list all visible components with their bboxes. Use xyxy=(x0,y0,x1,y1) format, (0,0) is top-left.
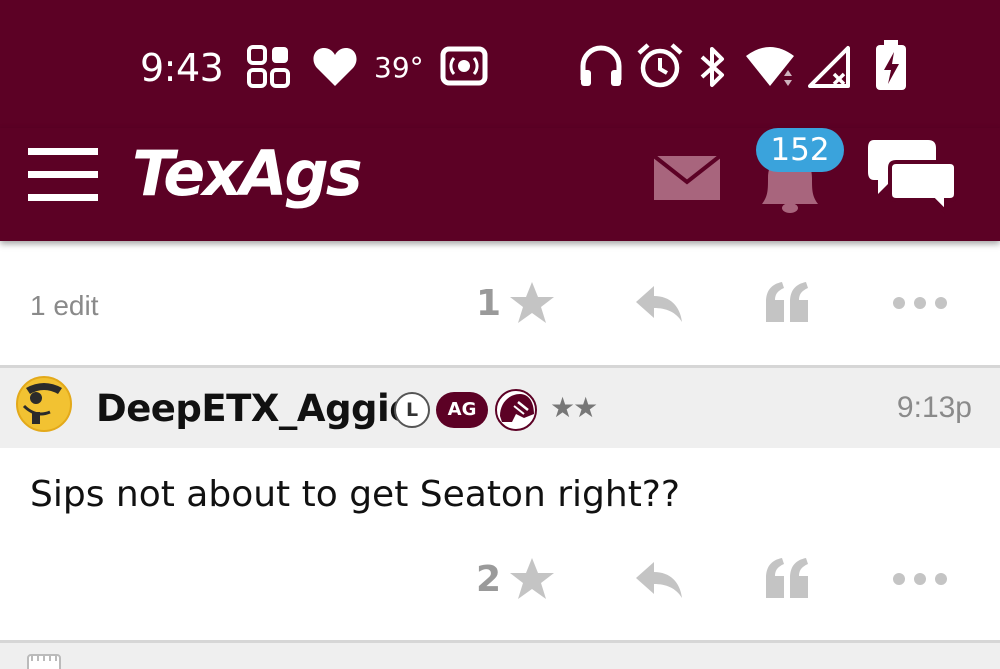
star-icon[interactable] xyxy=(508,280,556,326)
more-options-icon[interactable] xyxy=(892,572,948,586)
wifi-icon xyxy=(746,47,794,86)
avatar[interactable] xyxy=(14,374,74,434)
headphones-icon xyxy=(580,45,622,86)
quote-icon[interactable] xyxy=(764,556,810,600)
screen: 9:43 39° TexAgs 152 1 edit 1 DeepETX_Agg… xyxy=(0,0,1000,669)
post-header: DeepETX_Aggie L AG ★★ 9:13p xyxy=(0,368,1000,448)
menu-icon-line xyxy=(28,171,98,178)
menu-button[interactable] xyxy=(28,148,100,202)
radio-icon xyxy=(440,46,488,86)
post-body: Sips not about to get Seaton right?? xyxy=(30,474,681,515)
legacy-badge: L xyxy=(394,392,430,428)
texags-logo[interactable]: TexAgs xyxy=(132,134,363,214)
menu-icon-line xyxy=(28,194,98,201)
chat-icon[interactable] xyxy=(866,136,958,214)
star-count: 2 xyxy=(476,559,502,600)
username[interactable]: DeepETX_Aggie xyxy=(96,386,414,432)
notification-badge[interactable]: 152 xyxy=(756,128,844,172)
reply-icon[interactable] xyxy=(634,284,684,324)
heart-icon xyxy=(313,48,357,86)
alarm-icon xyxy=(637,43,683,88)
app-header: TexAgs 152 xyxy=(0,128,1000,241)
post-actions: 2 xyxy=(0,542,1000,622)
bluetooth-icon xyxy=(700,47,724,87)
next-post-header xyxy=(0,643,1000,669)
previous-post-actions: 1 edit 1 xyxy=(0,266,1000,346)
grid-icon xyxy=(247,45,290,88)
ag-badge: AG xyxy=(436,392,488,428)
next-avatar[interactable] xyxy=(26,653,62,669)
menu-icon-line xyxy=(28,148,98,155)
status-temperature: 39° xyxy=(374,51,424,84)
mail-icon[interactable] xyxy=(652,154,722,202)
signal-icon xyxy=(808,46,850,88)
star-count: 1 xyxy=(476,283,502,324)
edit-count-label[interactable]: 1 edit xyxy=(30,286,99,326)
reply-icon[interactable] xyxy=(634,560,684,600)
helmet-icon xyxy=(495,389,537,431)
more-options-icon[interactable] xyxy=(892,296,948,310)
battery-charging-icon xyxy=(876,40,906,90)
post-timestamp[interactable]: 9:13p xyxy=(897,388,972,428)
status-bar: 9:43 39° xyxy=(0,0,1000,128)
quote-icon[interactable] xyxy=(764,280,810,324)
status-time: 9:43 xyxy=(140,46,224,90)
rank-stars: ★★ xyxy=(550,391,598,424)
star-icon[interactable] xyxy=(508,556,556,602)
